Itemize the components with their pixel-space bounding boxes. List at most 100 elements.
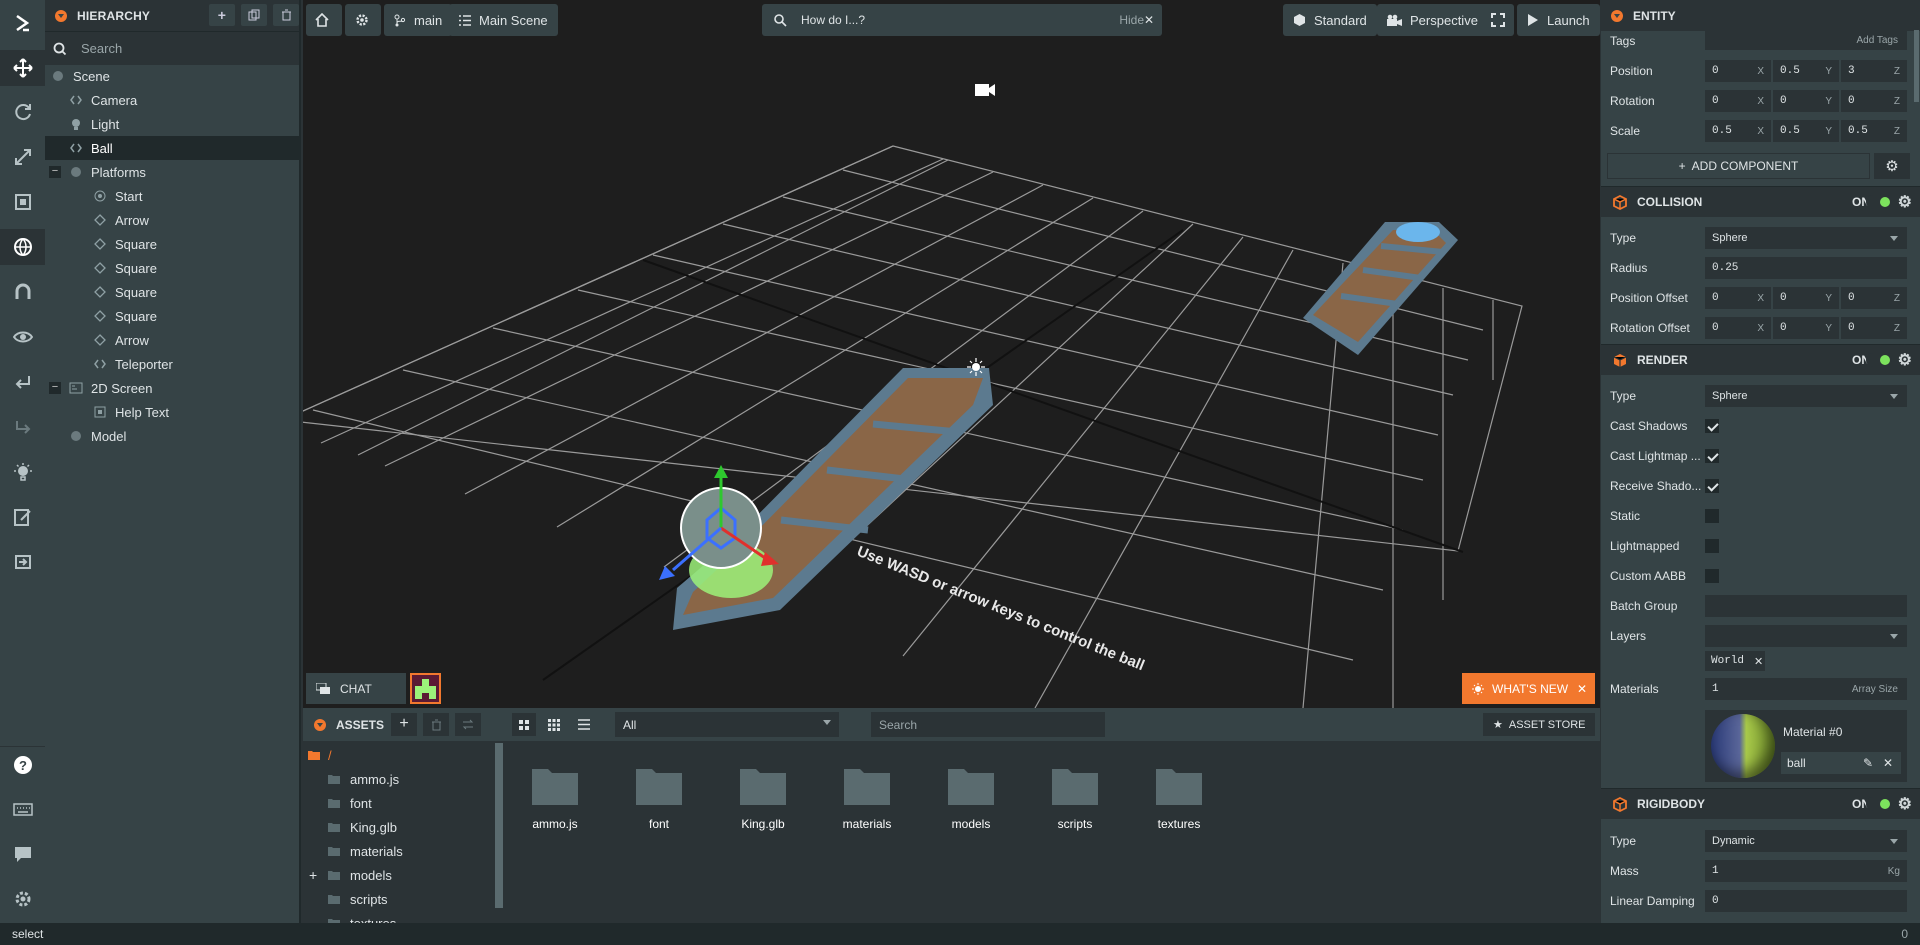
fullscreen-button[interactable] bbox=[1482, 4, 1514, 36]
user-avatar[interactable] bbox=[410, 673, 441, 704]
resize-icon[interactable] bbox=[0, 184, 45, 220]
scene-list-button[interactable]: Main Scene bbox=[449, 4, 558, 36]
hierarchy-item[interactable]: Square bbox=[45, 256, 299, 280]
pencil-icon[interactable]: ✎ bbox=[1863, 756, 1873, 770]
delete-entity-button[interactable] bbox=[273, 4, 299, 26]
linear-damping-input[interactable]: 0 bbox=[1705, 890, 1907, 912]
position-offset-z-input[interactable]: 0Z bbox=[1841, 287, 1907, 309]
hierarchy-item[interactable]: Help Text bbox=[45, 400, 299, 424]
comment-icon[interactable] bbox=[0, 836, 45, 872]
hierarchy-item[interactable]: Start bbox=[45, 184, 299, 208]
folder-item[interactable]: materials bbox=[303, 839, 495, 863]
asset-grid-item[interactable]: King.glb bbox=[723, 765, 803, 831]
collapse-panel-icon[interactable] bbox=[55, 9, 67, 22]
hierarchy-item[interactable]: Model bbox=[45, 424, 299, 448]
scale-icon[interactable] bbox=[0, 139, 45, 175]
export-icon[interactable] bbox=[0, 544, 45, 580]
gear-icon[interactable]: ⚙ bbox=[1898, 794, 1912, 814]
render-toggle[interactable] bbox=[1866, 353, 1892, 367]
hierarchy-item[interactable]: Square bbox=[45, 280, 299, 304]
asset-grid-item[interactable]: textures bbox=[1139, 765, 1219, 831]
grid-view-button[interactable] bbox=[512, 713, 536, 736]
close-icon[interactable]: ✕ bbox=[1144, 13, 1154, 27]
rigidbody-header[interactable]: RIGIDBODY ON ⚙ bbox=[1601, 788, 1920, 819]
folder-item[interactable]: font bbox=[303, 791, 495, 815]
material-asset-field[interactable]: ball ✎ ✕ bbox=[1781, 752, 1901, 774]
ball-gizmo[interactable] bbox=[659, 465, 779, 598]
rotation-offset-x-input[interactable]: 0X bbox=[1705, 317, 1771, 339]
cast-shadows-checkbox[interactable] bbox=[1705, 419, 1719, 433]
whats-new-button[interactable]: WHAT'S NEW ✕ bbox=[1462, 673, 1595, 704]
edit-icon[interactable] bbox=[0, 499, 45, 535]
receive-shadows-checkbox[interactable] bbox=[1705, 479, 1719, 493]
gear-icon[interactable]: ⚙ bbox=[1898, 350, 1912, 370]
delete-asset-button[interactable] bbox=[423, 713, 449, 736]
position-offset-x-input[interactable]: 0X bbox=[1705, 287, 1771, 309]
position-z-input[interactable]: 3Z bbox=[1841, 60, 1907, 82]
asset-grid-item[interactable]: models bbox=[931, 765, 1011, 831]
render-header[interactable]: RENDER ON ⚙ bbox=[1601, 344, 1920, 375]
add-component-button[interactable]: + ADD COMPONENT bbox=[1607, 153, 1870, 179]
redo-icon[interactable] bbox=[0, 409, 45, 445]
hierarchy-item[interactable]: Arrow bbox=[45, 208, 299, 232]
collapse-toggle-icon[interactable]: − bbox=[49, 166, 61, 178]
hierarchy-item[interactable]: Ball bbox=[45, 136, 299, 160]
help-search-input[interactable]: How do I...? Hide ✕ bbox=[762, 4, 1162, 36]
keyboard-icon[interactable] bbox=[0, 791, 45, 827]
hierarchy-item[interactable]: Light bbox=[45, 112, 299, 136]
asset-grid-item[interactable]: ammo.js bbox=[515, 765, 595, 831]
scale-y-input[interactable]: 0.5 Y bbox=[1773, 120, 1839, 142]
camera-mode-button[interactable]: Perspective bbox=[1377, 4, 1488, 36]
close-icon[interactable]: ✕ bbox=[1577, 682, 1587, 696]
rotation-y-input[interactable]: 0Y bbox=[1773, 90, 1839, 112]
undo-icon[interactable] bbox=[0, 364, 45, 400]
hierarchy-item[interactable]: Square bbox=[45, 232, 299, 256]
rotation-x-input[interactable]: 0X bbox=[1705, 90, 1771, 112]
add-entity-button[interactable]: + bbox=[209, 4, 235, 26]
radius-input[interactable]: 0.25 bbox=[1705, 257, 1907, 279]
render-type-select[interactable]: Sphere bbox=[1705, 385, 1907, 407]
asset-filter-select[interactable]: All bbox=[615, 712, 839, 737]
hierarchy-item[interactable]: Scene bbox=[45, 64, 299, 88]
light-icon[interactable] bbox=[0, 454, 45, 490]
hierarchy-item[interactable]: Square bbox=[45, 304, 299, 328]
entity-settings-button[interactable]: ⚙ bbox=[1874, 153, 1910, 179]
collision-toggle[interactable] bbox=[1866, 195, 1892, 209]
refresh-assets-button[interactable] bbox=[455, 713, 481, 736]
render-mode-button[interactable]: Standard bbox=[1283, 4, 1377, 36]
asset-search-input[interactable]: Search bbox=[871, 712, 1105, 737]
hierarchy-item[interactable]: − 2D Screen bbox=[45, 376, 299, 400]
asset-store-button[interactable]: ★ ASSET STORE bbox=[1483, 713, 1595, 736]
hierarchy-search[interactable]: Search bbox=[45, 31, 299, 65]
hierarchy-item[interactable]: Arrow bbox=[45, 328, 299, 352]
collapse-panel-icon[interactable] bbox=[314, 718, 326, 731]
small-grid-view-button[interactable] bbox=[542, 713, 566, 736]
folder-item[interactable]: scripts bbox=[303, 887, 495, 911]
lightmapped-checkbox[interactable] bbox=[1705, 539, 1719, 553]
rigidbody-type-select[interactable]: Dynamic bbox=[1705, 830, 1907, 852]
mass-input[interactable]: 1 Kg bbox=[1705, 860, 1907, 882]
custom-aabb-checkbox[interactable] bbox=[1705, 569, 1719, 583]
world-icon[interactable] bbox=[0, 229, 45, 265]
remove-layer-icon[interactable]: ✕ bbox=[1754, 655, 1763, 668]
collapse-toggle-icon[interactable]: − bbox=[49, 382, 61, 394]
rigidbody-toggle[interactable] bbox=[1866, 797, 1892, 811]
move-icon[interactable] bbox=[0, 50, 45, 86]
gear-icon[interactable]: ⚙ bbox=[1898, 192, 1912, 212]
cast-lightmap-checkbox[interactable] bbox=[1705, 449, 1719, 463]
add-asset-button[interactable]: + bbox=[391, 713, 417, 736]
tags-input[interactable]: Add Tags bbox=[1705, 30, 1907, 50]
platform-far[interactable] bbox=[1303, 222, 1458, 355]
camera-icon[interactable] bbox=[975, 84, 995, 96]
hierarchy-item[interactable]: Camera bbox=[45, 88, 299, 112]
asset-grid-item[interactable]: font bbox=[619, 765, 699, 831]
help-icon[interactable]: ? bbox=[0, 746, 45, 782]
folder-item[interactable]: King.glb bbox=[303, 815, 495, 839]
hierarchy-item[interactable]: − Platforms bbox=[45, 160, 299, 184]
preview-icon[interactable] bbox=[0, 319, 45, 355]
scale-z-input[interactable]: 0.5 Z bbox=[1841, 120, 1907, 142]
rotation-z-input[interactable]: 0Z bbox=[1841, 90, 1907, 112]
collision-type-select[interactable]: Sphere bbox=[1705, 227, 1907, 249]
settings-icon[interactable] bbox=[0, 881, 45, 917]
rotation-offset-y-input[interactable]: 0Y bbox=[1773, 317, 1839, 339]
